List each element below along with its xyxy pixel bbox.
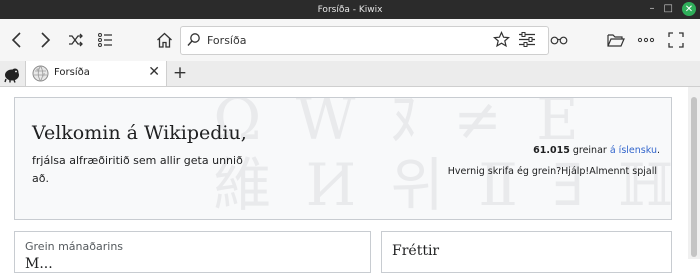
address-bar[interactable] xyxy=(180,26,549,55)
list-icon xyxy=(98,33,112,47)
vertical-scrollbar[interactable] xyxy=(688,87,700,259)
scrollbar-thumb[interactable] xyxy=(691,97,697,257)
close-tab-icon[interactable]: ✕ xyxy=(148,64,160,80)
language-link[interactable]: á íslensku xyxy=(610,145,657,156)
maximize-button[interactable]: □ xyxy=(664,2,673,16)
welcome-banner: Ω W ﾇ ≠ E維 И 위 Ⅱ ∃ ℍ Velkomin á Wikipedi… xyxy=(14,97,672,220)
chevron-left-icon xyxy=(11,32,21,48)
news-title: Fréttir xyxy=(392,243,440,259)
decorative-background: Ω W ﾇ ≠ E維 И 위 Ⅱ ∃ ℍ xyxy=(213,97,672,219)
open-file-button[interactable] xyxy=(604,28,628,52)
article-count: 61.015 greinar á íslensku. xyxy=(533,145,660,156)
article-of-month-title[interactable]: M... xyxy=(25,256,53,272)
page-content: Ω W ﾇ ≠ E維 И 위 Ⅱ ∃ ℍ Velkomin á Wikipedi… xyxy=(0,87,688,273)
reading-glasses-icon xyxy=(550,36,568,45)
more-button[interactable] xyxy=(634,28,658,52)
forward-button[interactable] xyxy=(33,28,57,52)
tab-label: Forsíða xyxy=(54,67,90,78)
welcome-title: Velkomin á Wikipediu, xyxy=(32,122,247,144)
tab-bar: Forsíða ✕ + xyxy=(0,61,700,87)
title-bar: Forsíða - Kiwix – □ ✕ xyxy=(0,0,700,19)
shuffle-icon xyxy=(69,33,83,47)
star-icon[interactable] xyxy=(493,31,510,48)
home-button[interactable] xyxy=(152,28,176,52)
fullscreen-icon xyxy=(668,32,684,48)
minimize-button[interactable]: – xyxy=(650,2,655,16)
search-icon xyxy=(187,33,200,46)
more-icon xyxy=(637,37,655,43)
toolbar xyxy=(0,19,700,62)
window-title: Forsíða - Kiwix xyxy=(317,4,383,15)
close-window-button[interactable]: ✕ xyxy=(682,2,696,16)
article-of-month-box: Grein mánaðarins M... xyxy=(14,231,371,273)
home-icon xyxy=(156,32,172,48)
welcome-subtitle: frjálsa alfræðiritið sem allir geta unni… xyxy=(32,154,243,185)
chevron-right-icon xyxy=(41,32,51,48)
table-of-contents-button[interactable] xyxy=(93,28,117,52)
address-input[interactable] xyxy=(207,30,487,50)
wikipedia-globe-icon xyxy=(32,65,49,82)
news-box: Fréttir xyxy=(381,231,672,273)
window-controls: – □ ✕ xyxy=(650,2,696,16)
fullscreen-button[interactable] xyxy=(664,28,688,52)
sliders-icon[interactable] xyxy=(518,31,536,48)
new-tab-button[interactable]: + xyxy=(170,62,190,84)
reading-mode-button[interactable] xyxy=(547,28,571,52)
article-of-month-label: Grein mánaðarins xyxy=(25,240,124,253)
kiwix-logo-icon[interactable] xyxy=(3,65,21,83)
random-article-button[interactable] xyxy=(64,28,88,52)
folder-icon xyxy=(607,33,625,47)
help-links[interactable]: Hvernig skrifa ég grein?Hjálp!Almennt sp… xyxy=(448,166,657,177)
article-count-number: 61.015 xyxy=(533,145,570,156)
back-button[interactable] xyxy=(5,28,29,52)
tab-forsida[interactable]: Forsíða ✕ xyxy=(25,61,167,86)
article-count-text: greinar xyxy=(572,145,607,156)
